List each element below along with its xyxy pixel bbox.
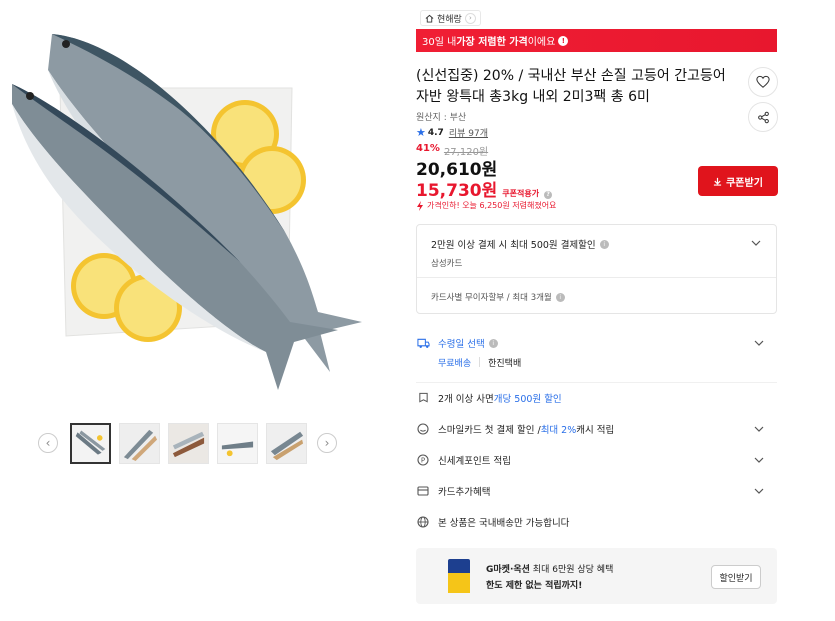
chevron-left-icon: ‹	[45, 436, 51, 450]
store-badge[interactable]: 현해랑 ›	[420, 10, 481, 26]
bulk-discount-row: 2개 이상 사면 개당 500원 할인	[416, 391, 777, 405]
smile-icon	[416, 422, 430, 436]
info-icon[interactable]: i	[488, 338, 498, 348]
thumbnail-item[interactable]	[266, 422, 307, 464]
bulk-highlight: 개당 500원 할인	[493, 394, 562, 405]
truck-icon	[416, 336, 430, 350]
thumbnail-next-button[interactable]: ›	[317, 433, 337, 453]
wishlist-button[interactable]	[748, 67, 778, 97]
coupon-price-row: 15,730원 쿠폰적용가 ?	[416, 176, 553, 201]
divider	[479, 357, 481, 367]
bulk-text: 2개 이상 사면	[438, 394, 494, 405]
heart-icon	[756, 75, 770, 88]
thumbnail-item[interactable]	[119, 422, 160, 464]
carrier-label: 한진택배	[488, 359, 522, 369]
info-icon[interactable]: i	[555, 292, 565, 302]
divider	[417, 277, 776, 278]
price-drop-alert: 가격인하! 오늘 6,250원 저렴해졌어요	[416, 200, 556, 211]
tag-icon	[416, 391, 430, 405]
chevron-down-icon[interactable]	[753, 423, 765, 435]
chevron-right-icon: ›	[324, 436, 330, 450]
domestic-shipping-row: 본 상품은 국내배송만 가능합니다	[416, 515, 777, 529]
share-button[interactable]	[748, 102, 778, 132]
banner-prefix: 30일 내	[422, 37, 457, 48]
card-extra-text: 카드추가혜택	[438, 487, 491, 498]
main-product-image	[0, 0, 380, 400]
coupon-price-tag: 쿠폰적용가	[502, 189, 540, 198]
lowest-price-banner: 30일 내 가장 저렴한 가격 이에요 !	[416, 29, 777, 52]
smile-suffix: 캐시 적립	[576, 425, 615, 436]
banner-highlight: 가장 저렴한 가격	[456, 37, 528, 48]
thumbnail-prev-button[interactable]: ‹	[38, 433, 58, 453]
smile-text: 스마일카드 첫 결제 할인 /	[438, 425, 541, 436]
card-benefit-title-row: 2만원 이상 결제 시 최대 500원 결제할인 i	[431, 237, 609, 251]
card-benefit-box[interactable]: 2만원 이상 결제 시 최대 500원 결제할인 i 삼성카드 카드사별 무이자…	[416, 224, 777, 314]
shipping-info: 무료배송 한진택배	[438, 356, 521, 369]
thumbnail-item[interactable]	[217, 422, 258, 464]
free-shipping-label: 무료배송	[438, 359, 472, 369]
domestic-text: 본 상품은 국내배송만 가능합니다	[438, 518, 570, 529]
origin-text: 원산지 : 부산	[416, 113, 467, 123]
card-issuer: 삼성카드	[431, 259, 463, 269]
promo-line1-rest: 최대 6만원 상당 혜택	[529, 565, 614, 575]
chevron-down-icon[interactable]	[753, 485, 765, 497]
get-discount-button[interactable]: 할인받기	[711, 565, 761, 589]
chevron-down-icon[interactable]	[753, 454, 765, 466]
lightning-icon	[417, 200, 423, 211]
installment-text: 카드사별 무이자할부 / 최대 3개월	[431, 293, 552, 303]
chevron-down-icon[interactable]	[750, 237, 762, 249]
delivery-date-label: 수령일 선택	[438, 339, 485, 350]
share-icon	[757, 111, 769, 123]
svg-text:P: P	[421, 457, 425, 465]
product-title: (신선집중) 20% / 국내산 부산 손질 고등어 간고등어 자반 왕특대 총…	[416, 68, 726, 105]
smilecard-row[interactable]: 스마일카드 첫 결제 할인 / 최대 2% 캐시 적립	[416, 422, 777, 436]
smile-highlight: 최대 2%	[540, 425, 577, 436]
card-icon	[416, 484, 430, 498]
thumbnail-strip: ‹ ›	[38, 422, 338, 464]
promo-line2: 한도 제한 없는 적립까지!	[486, 581, 583, 591]
promo-line1: G마켓·옥션 최대 6만원 상당 혜택	[486, 562, 613, 575]
get-coupon-button[interactable]: 쿠폰받기	[698, 166, 778, 196]
shinsegae-text: 신세계포인트 적립	[438, 456, 511, 467]
thumbnail-item[interactable]	[70, 422, 111, 464]
store-name: 현해랑	[437, 14, 462, 25]
membership-card-icon	[448, 559, 470, 593]
chevron-right-icon: ›	[464, 12, 476, 24]
installment-row: 카드사별 무이자할부 / 최대 3개월 i	[431, 291, 565, 303]
info-icon[interactable]: ?	[544, 191, 553, 199]
rating-score: 4.7	[427, 127, 444, 138]
promo-brand: G마켓·옥션	[486, 565, 530, 575]
shinsegae-point-row[interactable]: P 신세계포인트 적립	[416, 453, 777, 467]
info-icon[interactable]: i	[599, 239, 609, 249]
rating-row: ★ 4.7 리뷰 97개	[416, 126, 488, 139]
gmarket-promo-banner: G마켓·옥션 최대 6만원 상당 혜택 한도 제한 없는 적립까지! 할인받기	[416, 548, 777, 604]
coupon-price: 15,730원	[416, 181, 498, 201]
thumbnail-item[interactable]	[168, 422, 209, 464]
review-link[interactable]: 리뷰 97개	[449, 126, 488, 139]
chevron-down-icon[interactable]	[753, 337, 765, 349]
card-extra-benefit-row[interactable]: 카드추가혜택	[416, 484, 777, 498]
globe-icon	[416, 515, 430, 529]
download-icon	[713, 177, 722, 186]
point-icon: P	[416, 453, 430, 467]
banner-suffix: 이에요	[527, 37, 556, 48]
home-icon	[425, 14, 434, 23]
delivery-date-row[interactable]: 수령일 선택 i	[416, 336, 777, 350]
card-benefit-title: 2만원 이상 결제 시 최대 500원 결제할인	[431, 240, 596, 251]
info-icon[interactable]: !	[558, 35, 569, 46]
price-alert-text: 가격인하! 오늘 6,250원 저렴해졌어요	[427, 201, 557, 210]
star-icon: ★	[416, 126, 426, 139]
divider	[416, 382, 777, 383]
coupon-button-label: 쿠폰받기	[726, 177, 763, 189]
